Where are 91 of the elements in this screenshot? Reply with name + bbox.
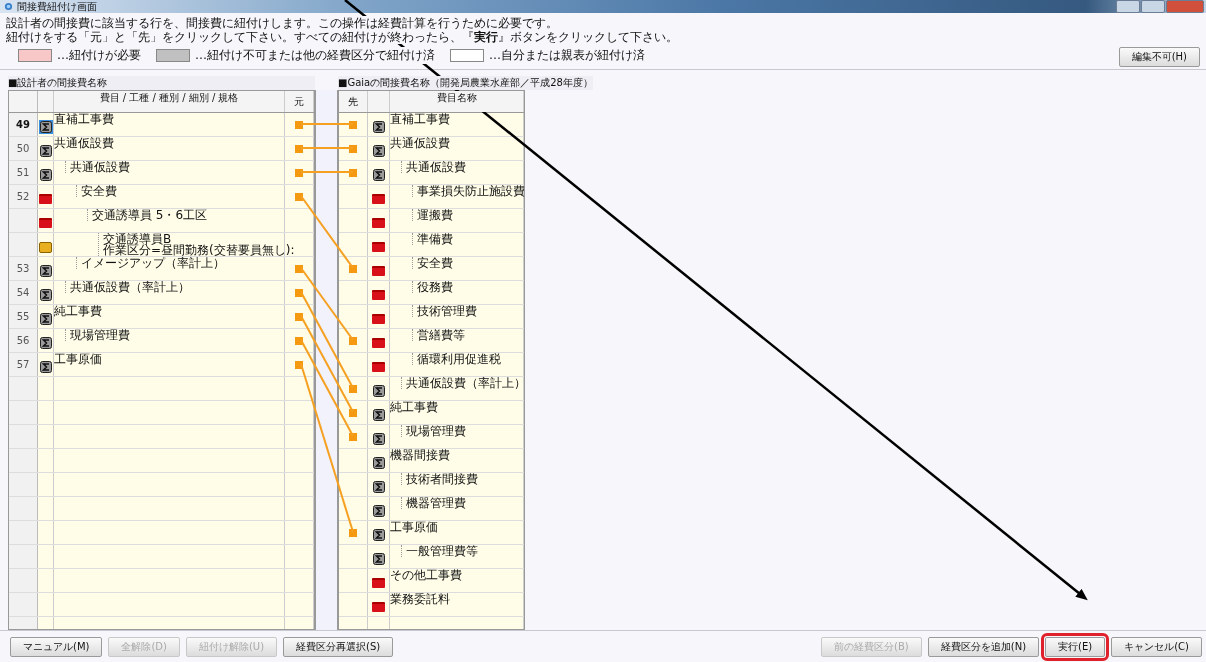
- edit-button[interactable]: 編集不可(H): [1118, 47, 1200, 67]
- folder-icon: [371, 600, 386, 614]
- row-label: 交通誘導員 5・6工区: [87, 209, 208, 221]
- row-number[interactable]: 53: [9, 257, 38, 280]
- row-label: 機器管理費: [401, 497, 466, 509]
- action-button[interactable]: マニュアル(M): [10, 636, 103, 657]
- row-label: イメージアップ（率計上）: [76, 257, 225, 269]
- row-number[interactable]: 51: [9, 161, 38, 184]
- section-heading: ■Gaiaの間接費名称（開発局農業水産部／平成28年度）: [338, 76, 593, 90]
- row-header-cell: [9, 449, 38, 472]
- action-button[interactable]: キャンセル(C): [1111, 636, 1202, 657]
- row-label: 現場管理費: [401, 425, 466, 437]
- action-button[interactable]: 経費区分再選択(S): [283, 636, 394, 657]
- row-label: 事業損失防止施設費: [412, 185, 524, 197]
- row-header-cell: [9, 593, 38, 616]
- maximize-button[interactable]: [1141, 0, 1165, 13]
- row-label: 工事原価: [54, 353, 102, 365]
- sigma-icon: [371, 168, 386, 182]
- sigma-icon: [371, 504, 386, 518]
- sigma-icon: [371, 456, 386, 470]
- sigma-icon: [371, 528, 386, 542]
- row-number[interactable]: 50: [9, 137, 38, 160]
- folder-icon: [371, 264, 386, 278]
- connector-line: [300, 147, 354, 149]
- row-number[interactable]: [9, 233, 38, 256]
- row-header-cell: [9, 521, 38, 544]
- row-label: 共通仮設費: [65, 161, 130, 173]
- row-label: 機器間接費: [390, 449, 450, 461]
- row-header-cell: [9, 497, 38, 520]
- row-label: 技術者間接費: [401, 473, 478, 485]
- row-label: 共通仮設費: [401, 161, 466, 173]
- row-label: 共通仮設費: [390, 137, 450, 149]
- folder-icon: [371, 576, 386, 590]
- row-label: 直補工事費: [54, 113, 114, 125]
- connector-line: [300, 123, 354, 125]
- row-number[interactable]: 54: [9, 281, 38, 304]
- legend-label: …自分または親表が紐付け済: [489, 47, 645, 64]
- row-label: 運搬費: [412, 209, 453, 221]
- row-label: 交通誘導員B 作業区分=昼間勤務(交替要員無し):: [98, 233, 295, 256]
- action-button[interactable]: 経費区分を追加(N): [927, 636, 1040, 657]
- row-label: 工事原価: [390, 521, 438, 533]
- row-header-cell: [9, 425, 38, 448]
- row-label: 現場管理費: [65, 329, 130, 341]
- window-title: 間接費紐付け画面: [17, 0, 97, 13]
- sigma-icon: [371, 480, 386, 494]
- row-label: 共通仮設費（率計上）: [401, 377, 524, 389]
- connector-line: [300, 171, 354, 173]
- folder-icon: [371, 288, 386, 302]
- row-number[interactable]: [9, 209, 38, 232]
- folder-icon: [371, 312, 386, 326]
- row-label: その他工事費: [390, 569, 462, 581]
- section-heading: ■設計者の間接費名称: [8, 76, 315, 90]
- row-number[interactable]: 52: [9, 185, 38, 208]
- app-icon: [4, 2, 13, 11]
- row-header-cell: [9, 473, 38, 496]
- row-label: 循環利用促進税: [412, 353, 501, 365]
- row-label: 一般管理費等: [401, 545, 478, 557]
- row-number[interactable]: 56: [9, 329, 38, 352]
- folder-icon: [371, 192, 386, 206]
- folder-icon: [371, 360, 386, 374]
- row-label: 共通仮設費: [54, 137, 114, 149]
- folder-icon: [371, 240, 386, 254]
- sigma-icon: [371, 384, 386, 398]
- legend-label: …紐付け不可または他の経費区分で紐付け済: [195, 47, 435, 64]
- row-number[interactable]: 49: [9, 113, 38, 136]
- row-number[interactable]: 55: [9, 305, 38, 328]
- row-number[interactable]: 57: [9, 353, 38, 376]
- row-header-cell: [9, 401, 38, 424]
- row-header-cell: [9, 377, 38, 400]
- row-label: 準備費: [412, 233, 453, 245]
- row-header-cell: [9, 569, 38, 592]
- row-label: 安全費: [76, 185, 117, 197]
- row-label: 純工事費: [390, 401, 438, 413]
- folder-icon: [371, 336, 386, 350]
- row-label: 役務費: [412, 281, 453, 293]
- legend-label: …紐付けが必要: [57, 47, 141, 64]
- row-label: 営繕費等: [412, 329, 465, 341]
- row-header-cell: [9, 545, 38, 568]
- minimize-button[interactable]: [1116, 0, 1140, 13]
- sigma-icon: [371, 120, 386, 134]
- sigma-icon: [371, 552, 386, 566]
- row-label: 技術管理費: [412, 305, 477, 317]
- sigma-icon: [371, 144, 386, 158]
- row-label: 共通仮設費（率計上）: [65, 281, 190, 293]
- sigma-icon: [371, 408, 386, 422]
- folder-icon: [371, 216, 386, 230]
- sigma-icon: [371, 432, 386, 446]
- row-label: 業務委託料: [390, 593, 450, 605]
- row-label: 純工事費: [54, 305, 102, 317]
- row-label: 直補工事費: [390, 113, 450, 125]
- row-label: 安全費: [412, 257, 453, 269]
